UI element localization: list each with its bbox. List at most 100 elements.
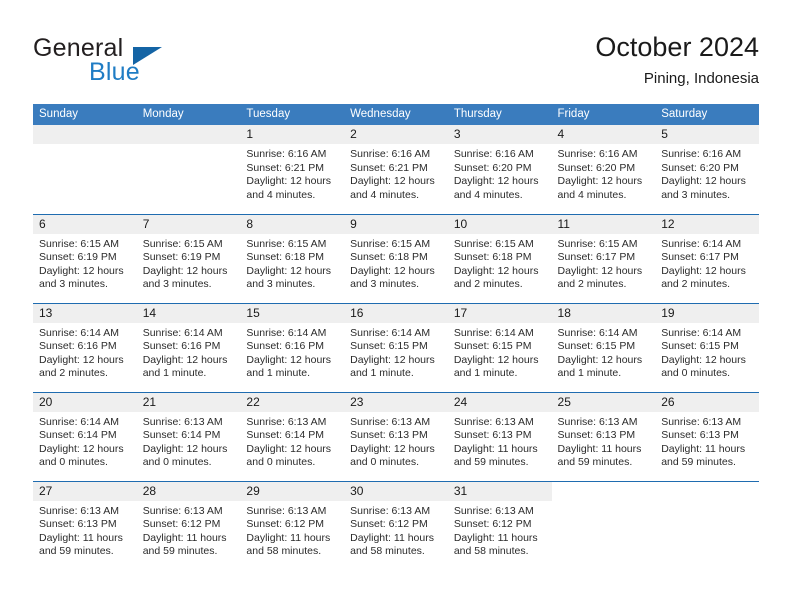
day-number: 17 bbox=[447, 303, 552, 323]
sunset-text: Sunset: 6:14 PM bbox=[246, 429, 325, 442]
calendar-day-cell[interactable]: 22 Sunrise: 6:13 AM Sunset: 6:14 PM Dayligh… bbox=[240, 391, 345, 481]
calendar-grid: Sunday Monday Tuesday Wednesday Thursday Frid… bbox=[33, 104, 759, 570]
day-number bbox=[655, 482, 759, 501]
day-number: 2 bbox=[344, 125, 448, 144]
day-number: 4 bbox=[551, 125, 656, 144]
page-subtitle: Pining, Indonesia bbox=[643, 70, 759, 87]
day-number: 5 bbox=[655, 125, 759, 144]
calendar-day-cell[interactable]: 20 Sunrise: 6:14 AM Sunset: 6:14 PM Dayligh… bbox=[33, 391, 137, 481]
calendar-day-cell[interactable]: 26 Sunrise: 6:13 AM Sunset: 6:13 PM Dayligh… bbox=[655, 391, 759, 481]
sunrise-text: Sunrise: 6:13 AM bbox=[350, 504, 431, 517]
day-number: 8 bbox=[240, 214, 345, 234]
sunset-text: Sunset: 6:19 PM bbox=[142, 251, 221, 264]
calendar-day-cell[interactable]: 5 Sunrise: 6:16 AM Sunset: 6:20 PM Daylight… bbox=[655, 125, 759, 214]
day-number: 30 bbox=[344, 481, 448, 501]
sunrise-text: Sunrise: 6:15 AM bbox=[453, 237, 534, 250]
calendar-day-cell[interactable]: 16 Sunrise: 6:14 AM Sunset: 6:15 PM Dayligh… bbox=[344, 302, 448, 392]
daylight-text-line2: and 2 minutes. bbox=[39, 367, 108, 380]
calendar-day-cell[interactable]: 21 Sunrise: 6:13 AM Sunset: 6:14 PM Dayligh… bbox=[136, 391, 241, 481]
calendar-day-cell[interactable]: 9 Sunrise: 6:15 AM Sunset: 6:18 PM Daylight… bbox=[344, 213, 448, 303]
day-sun-info: Sunrise: 6:13 AM Sunset: 6:14 PM Daylight:… bbox=[240, 412, 344, 470]
day-number: 26 bbox=[655, 392, 759, 412]
day-sun-info: Sunrise: 6:14 AM Sunset: 6:15 PM Daylight:… bbox=[448, 323, 552, 381]
day-sun-info: Sunrise: 6:14 AM Sunset: 6:14 PM Daylight:… bbox=[33, 412, 137, 470]
day-number: 28 bbox=[136, 481, 241, 501]
day-sun-info: Sunrise: 6:13 AM Sunset: 6:12 PM Daylight:… bbox=[344, 501, 448, 559]
daylight-text-line1: Daylight: 12 hours bbox=[661, 353, 746, 366]
calendar-day-cell[interactable]: 8 Sunrise: 6:15 AM Sunset: 6:18 PM Daylight… bbox=[240, 213, 345, 303]
day-sun-info: Sunrise: 6:15 AM Sunset: 6:18 PM Daylight:… bbox=[240, 234, 344, 292]
weekday-header-monday: Monday bbox=[136, 104, 241, 125]
calendar-day-cell[interactable]: 15 Sunrise: 6:14 AM Sunset: 6:16 PM Dayligh… bbox=[240, 302, 345, 392]
sunrise-text: Sunrise: 6:16 AM bbox=[350, 148, 431, 160]
sunrise-text: Sunrise: 6:14 AM bbox=[39, 415, 119, 428]
calendar-day-cell[interactable]: 25 Sunrise: 6:13 AM Sunset: 6:13 PM Dayligh… bbox=[551, 391, 656, 481]
weekday-header-sunday: Sunday bbox=[33, 104, 137, 125]
calendar-empty-cell bbox=[136, 125, 241, 214]
calendar-day-cell[interactable]: 13 Sunrise: 6:14 AM Sunset: 6:16 PM Dayligh… bbox=[33, 302, 137, 392]
daylight-text-line1: Daylight: 12 hours bbox=[39, 264, 124, 277]
calendar-day-cell[interactable]: 19 Sunrise: 6:14 AM Sunset: 6:15 PM Dayligh… bbox=[655, 302, 759, 392]
sunrise-text: Sunrise: 6:16 AM bbox=[661, 148, 742, 160]
day-number: 1 bbox=[240, 125, 345, 144]
calendar-day-cell[interactable]: 27 Sunrise: 6:13 AM Sunset: 6:13 PM Dayligh… bbox=[33, 480, 137, 570]
daylight-text-line2: and 59 minutes. bbox=[39, 545, 114, 558]
day-sun-info: Sunrise: 6:13 AM Sunset: 6:14 PM Daylight:… bbox=[137, 412, 241, 470]
daylight-text-line1: Daylight: 12 hours bbox=[39, 353, 124, 366]
calendar-day-cell[interactable]: 12 Sunrise: 6:14 AM Sunset: 6:17 PM Dayligh… bbox=[655, 213, 759, 303]
daylight-text-line1: Daylight: 12 hours bbox=[142, 264, 228, 277]
day-sun-info: Sunrise: 6:13 AM Sunset: 6:13 PM Daylight:… bbox=[33, 501, 137, 559]
calendar-day-cell[interactable]: 23 Sunrise: 6:13 AM Sunset: 6:13 PM Dayligh… bbox=[344, 391, 448, 481]
calendar-day-cell[interactable]: 31 Sunrise: 6:13 AM Sunset: 6:12 PM Dayligh… bbox=[447, 480, 552, 570]
daylight-text-line2: and 2 minutes. bbox=[557, 278, 627, 291]
sunrise-text: Sunrise: 6:14 AM bbox=[350, 326, 431, 339]
daylight-text-line2: and 0 minutes. bbox=[350, 456, 419, 469]
daylight-text-line1: Daylight: 12 hours bbox=[350, 264, 435, 277]
daylight-text-line2: and 3 minutes. bbox=[142, 278, 212, 291]
sunset-text: Sunset: 6:13 PM bbox=[661, 429, 739, 442]
weekday-header-thursday: Thursday bbox=[447, 104, 552, 125]
calendar-day-cell[interactable]: 11 Sunrise: 6:15 AM Sunset: 6:17 PM Dayligh… bbox=[551, 213, 656, 303]
sunset-text: Sunset: 6:12 PM bbox=[350, 518, 428, 531]
calendar-header-row: Sunday Monday Tuesday Wednesday Thursday Frid… bbox=[33, 104, 759, 125]
sunrise-text: Sunrise: 6:13 AM bbox=[661, 415, 742, 428]
day-sun-info: Sunrise: 6:14 AM Sunset: 6:17 PM Daylight:… bbox=[655, 234, 759, 292]
sunset-text: Sunset: 6:17 PM bbox=[661, 251, 739, 264]
daylight-text-line2: and 59 minutes. bbox=[661, 456, 736, 469]
brand-logo[interactable]: General Blue bbox=[33, 34, 263, 90]
calendar-page: General Blue October 2024 Pining, Indone… bbox=[0, 0, 792, 612]
calendar-day-cell[interactable]: 28 Sunrise: 6:13 AM Sunset: 6:12 PM Dayligh… bbox=[136, 480, 241, 570]
daylight-text-line1: Daylight: 12 hours bbox=[557, 353, 643, 366]
daylight-text-line2: and 3 minutes. bbox=[39, 278, 108, 291]
sunrise-text: Sunrise: 6:15 AM bbox=[350, 237, 431, 250]
daylight-text-line2: and 3 minutes. bbox=[246, 278, 316, 291]
calendar-day-cell[interactable]: 17 Sunrise: 6:14 AM Sunset: 6:15 PM Dayligh… bbox=[447, 302, 552, 392]
calendar-day-cell[interactable]: 14 Sunrise: 6:14 AM Sunset: 6:16 PM Dayligh… bbox=[136, 302, 241, 392]
daylight-text-line2: and 3 minutes. bbox=[350, 278, 419, 291]
calendar-day-cell[interactable]: 1 Sunrise: 6:16 AM Sunset: 6:21 PM Daylight… bbox=[240, 125, 345, 214]
sunset-text: Sunset: 6:12 PM bbox=[453, 518, 532, 531]
calendar-day-cell[interactable]: 3 Sunrise: 6:16 AM Sunset: 6:20 PM Daylight… bbox=[447, 125, 552, 214]
calendar-day-cell[interactable]: 18 Sunrise: 6:14 AM Sunset: 6:15 PM Dayligh… bbox=[551, 302, 656, 392]
calendar-day-cell[interactable]: 7 Sunrise: 6:15 AM Sunset: 6:19 PM Daylight… bbox=[136, 213, 241, 303]
day-sun-info: Sunrise: 6:14 AM Sunset: 6:16 PM Daylight:… bbox=[33, 323, 137, 381]
calendar-day-cell[interactable]: 4 Sunrise: 6:16 AM Sunset: 6:20 PM Daylight… bbox=[551, 125, 656, 214]
sunrise-text: Sunrise: 6:13 AM bbox=[557, 415, 638, 428]
daylight-text-line1: Daylight: 11 hours bbox=[661, 442, 746, 455]
weekday-header-saturday: Saturday bbox=[655, 104, 759, 125]
calendar-week-row: 1 Sunrise: 6:16 AM Sunset: 6:21 PM Daylight… bbox=[33, 125, 759, 214]
calendar-day-cell[interactable]: 24 Sunrise: 6:13 AM Sunset: 6:13 PM Dayligh… bbox=[447, 391, 552, 481]
sunset-text: Sunset: 6:18 PM bbox=[246, 251, 325, 264]
sunrise-text: Sunrise: 6:14 AM bbox=[453, 326, 534, 339]
day-sun-info: Sunrise: 6:16 AM Sunset: 6:21 PM Daylight:… bbox=[344, 144, 448, 202]
calendar-day-cell[interactable]: 2 Sunrise: 6:16 AM Sunset: 6:21 PM Daylight… bbox=[344, 125, 448, 214]
calendar-day-cell[interactable]: 6 Sunrise: 6:15 AM Sunset: 6:19 PM Daylight… bbox=[33, 213, 137, 303]
sunrise-text: Sunrise: 6:16 AM bbox=[453, 148, 534, 160]
sunrise-text: Sunrise: 6:15 AM bbox=[39, 237, 119, 250]
calendar-day-cell[interactable]: 10 Sunrise: 6:15 AM Sunset: 6:18 PM Dayligh… bbox=[447, 213, 552, 303]
calendar-day-cell[interactable]: 29 Sunrise: 6:13 AM Sunset: 6:12 PM Dayligh… bbox=[240, 480, 345, 570]
sunset-text: Sunset: 6:20 PM bbox=[661, 161, 739, 174]
calendar-day-cell[interactable]: 30 Sunrise: 6:13 AM Sunset: 6:12 PM Dayligh… bbox=[344, 480, 448, 570]
sunset-text: Sunset: 6:21 PM bbox=[350, 161, 428, 174]
daylight-text-line2: and 1 minute. bbox=[246, 367, 311, 380]
